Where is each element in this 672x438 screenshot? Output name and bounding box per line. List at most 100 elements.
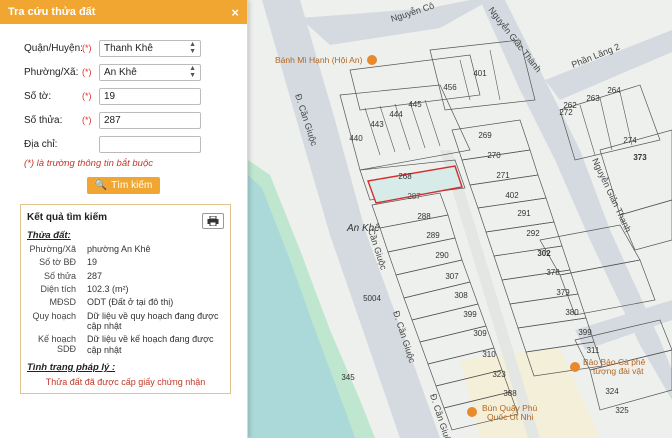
parcel-274: 274 xyxy=(623,136,637,145)
ward-select-value: An Khê xyxy=(104,66,137,78)
address-row: Địa chỉ: xyxy=(24,134,247,154)
parcel-379: 379 xyxy=(556,288,570,297)
parcel-311: 311 xyxy=(587,346,600,355)
parcel-input[interactable]: 287 xyxy=(99,111,201,129)
search-icon: 🔍 xyxy=(94,180,108,191)
result-landuse-value: Dữ liệu về kế hoạch đang được cập nhật xyxy=(87,334,214,355)
parcel-302: 302 xyxy=(537,249,551,258)
map-sheet-input[interactable]: 19 xyxy=(99,87,201,105)
ward-row: Phường/Xã: (*) An Khê ▲ ▼ xyxy=(24,62,247,82)
parcel-269: 269 xyxy=(478,131,492,140)
map-sheet-label: Số tờ: xyxy=(24,90,52,102)
parcel-399a: 399 xyxy=(463,310,477,319)
result-parcel: Số thửa 287 xyxy=(27,271,224,281)
poi-bun-quay-label-2: Quốc Út Nhi xyxy=(487,412,533,422)
chevron-down-icon: ▲ ▼ xyxy=(189,41,196,55)
result-ward-key: Phường/Xã xyxy=(29,244,76,254)
ward-label: Phường/Xã: xyxy=(24,66,79,78)
parcel-310: 310 xyxy=(482,350,496,359)
parcel-287: 287 xyxy=(407,192,421,201)
parcel-290: 290 xyxy=(435,251,449,260)
result-plan-key: Quy hoạch xyxy=(32,310,76,321)
parcel-section-title: Thửa đất: xyxy=(27,230,71,241)
print-button[interactable] xyxy=(202,213,224,229)
search-form: Quận/Huyện: (*) Thanh Khê ▲ ▼ Phường/Xã: … xyxy=(0,24,247,194)
required-mark: (*) xyxy=(82,91,92,101)
search-button-label: Tìm kiếm xyxy=(111,180,153,191)
map-sheet-row: Số tờ: (*) 19 xyxy=(24,86,247,106)
parcel-324: 324 xyxy=(605,387,619,396)
district-select[interactable]: Thanh Khê ▲ ▼ xyxy=(99,39,201,57)
parcel-440: 440 xyxy=(349,134,363,143)
result-area-key: Diện tích xyxy=(40,284,76,295)
result-parcel-value: 287 xyxy=(87,270,103,281)
parcel-445: 445 xyxy=(408,100,422,109)
district-select-value: Thanh Khê xyxy=(104,42,153,54)
parcel-263: 263 xyxy=(586,94,600,103)
parcel-291: 291 xyxy=(517,209,531,218)
parcel-292: 292 xyxy=(526,229,540,238)
poi-banh-mi-label: Bánh Mì Hạnh (Hội An) xyxy=(275,55,363,65)
result-parcel-key: Số thửa xyxy=(43,270,76,281)
parcel-label: Số thửa: xyxy=(24,114,63,126)
parcel-388: 388 xyxy=(503,389,517,398)
parcel-5004: 5004 xyxy=(363,294,381,303)
result-title: Kết quả tìm kiếm xyxy=(27,212,108,223)
district-row: Quận/Huyện: (*) Thanh Khê ▲ ▼ xyxy=(24,38,247,58)
parcel-402: 402 xyxy=(505,191,519,200)
parcel-345: 345 xyxy=(341,373,355,382)
result-area-value: 102.3 (m²) xyxy=(87,284,129,295)
search-button-wrap: 🔍 Tìm kiếm xyxy=(0,177,247,194)
required-mark: (*) xyxy=(82,43,92,53)
result-area: Diện tích 102.3 (m²) xyxy=(27,284,224,294)
close-icon[interactable]: × xyxy=(231,6,239,19)
parcel-264: 264 xyxy=(607,86,621,95)
parcel-row: Số thửa: (*) 287 xyxy=(24,110,247,130)
parcel-401: 401 xyxy=(473,69,487,78)
parcel-399b: 399 xyxy=(578,328,592,337)
parcel-268: 268 xyxy=(398,172,412,181)
parcel-380: 380 xyxy=(565,308,579,317)
required-mark: (*) xyxy=(82,115,92,125)
result-landuse: Kế hoạch SDĐ Dữ liệu về kế hoạch đang đượ… xyxy=(27,334,224,355)
result-landuse-key: Kế hoạch SDĐ xyxy=(37,334,76,355)
parcel-373: 373 xyxy=(633,153,647,162)
poi-bun-quay-icon[interactable] xyxy=(467,407,477,417)
parcel-271: 271 xyxy=(496,171,510,180)
area-label-an-khe: An Khê xyxy=(346,223,380,234)
parcel-309: 309 xyxy=(473,329,487,338)
result-sheet: Số tờ BĐ 19 xyxy=(27,257,224,267)
panel-title: Tra cứu thửa đất xyxy=(8,6,96,18)
printer-icon xyxy=(207,216,219,226)
parcel-323: 323 xyxy=(492,370,506,379)
ward-select[interactable]: An Khê ▲ ▼ xyxy=(99,63,201,81)
result-sheet-value: 19 xyxy=(87,257,98,268)
required-note: (*) là trường thông tin bắt buộc xyxy=(24,158,154,169)
result-sheet-key: Số tờ BĐ xyxy=(39,257,76,268)
result-usage: MĐSD ODT (Đất ở tại đô thị) xyxy=(27,297,224,307)
search-result-box: Kết quả tìm kiếm Thửa đất: Phường/Xã phườ… xyxy=(20,204,231,394)
legal-status: Thửa đất đã được cấp giấy chứng nhận xyxy=(45,377,206,388)
parcel-325: 325 xyxy=(615,406,629,415)
legal-section-title: Tình trạng pháp lý : xyxy=(27,362,116,374)
poi-bao-bao-icon[interactable] xyxy=(570,362,580,372)
result-plan: Quy hoạch Dữ liệu về quy hoạch đang được … xyxy=(27,311,224,332)
result-ward: Phường/Xã phường An Khê xyxy=(27,244,224,254)
result-plan-value: Dữ liệu về quy hoạch đang được cập nhật xyxy=(87,310,219,332)
parcel-272: 272 xyxy=(559,108,573,117)
required-mark: (*) xyxy=(82,67,92,77)
parcel-456: 456 xyxy=(443,83,457,92)
search-button[interactable]: 🔍 Tìm kiếm xyxy=(86,177,161,194)
result-ward-value: phường An Khê xyxy=(87,244,151,254)
district-label: Quận/Huyện: xyxy=(24,42,83,54)
chevron-down-icon: ▲ ▼ xyxy=(189,65,196,79)
parcel-444: 444 xyxy=(389,110,403,119)
parcel-443: 443 xyxy=(370,120,384,129)
address-input[interactable] xyxy=(99,135,201,153)
poi-bao-bao-label-2: tượng đài vật xyxy=(593,366,644,376)
parcel-378: 378 xyxy=(546,268,560,277)
result-usage-key: MĐSD xyxy=(49,297,77,308)
poi-banh-mi-icon[interactable] xyxy=(367,55,377,65)
panel-header: Tra cứu thửa đất × xyxy=(0,0,247,24)
parcel-289: 289 xyxy=(426,231,440,240)
